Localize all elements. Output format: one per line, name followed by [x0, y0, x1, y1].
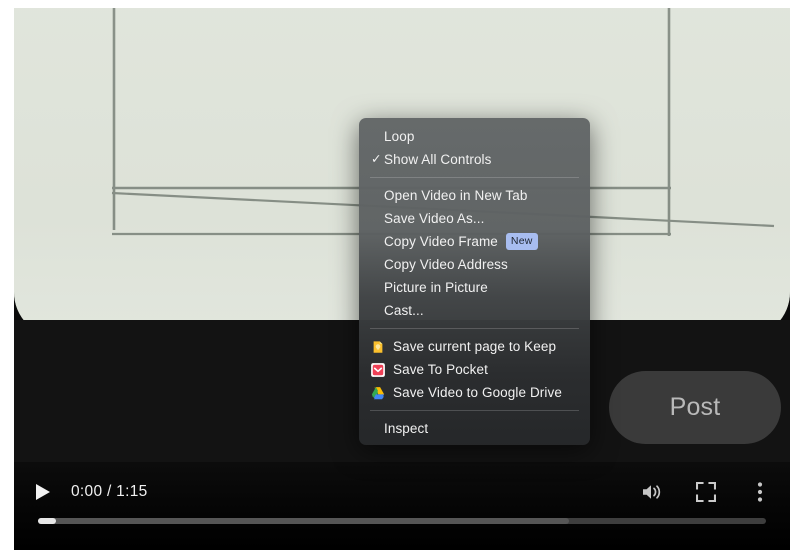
progress-played [38, 518, 57, 524]
player-controls-bar[interactable]: 0:00 / 1:15 [14, 462, 790, 550]
menu-item-save-current-page-to-keep[interactable]: Save current page to Keep [359, 335, 590, 358]
menu-item-save-to-pocket[interactable]: Save To Pocket [359, 358, 590, 381]
menu-item-label: Cast... [384, 302, 424, 318]
pocket-icon [371, 362, 385, 377]
menu-item-label: Save current page to Keep [393, 338, 557, 354]
video-context-menu[interactable]: Loop ✓ Show All Controls Open Video in N… [359, 118, 590, 445]
menu-item-label: Loop [384, 128, 415, 144]
menu-item-label: Open Video in New Tab [384, 187, 528, 203]
menu-item-picture-in-picture[interactable]: Picture in Picture [359, 276, 590, 299]
controls-row: 0:00 / 1:15 [32, 474, 772, 510]
fullscreen-glyph [696, 482, 716, 502]
volume-icon[interactable] [640, 480, 664, 504]
menu-item-label: Save Video As... [384, 210, 485, 226]
menu-item-open-video-in-new-tab[interactable]: Open Video in New Tab [359, 184, 590, 207]
time-display: 0:00 / 1:15 [71, 483, 148, 500]
menu-separator [370, 410, 579, 411]
play-triangle [36, 484, 50, 500]
menu-item-label: Inspect [384, 420, 429, 436]
menu-item-show-all-controls[interactable]: ✓ Show All Controls [359, 148, 590, 171]
google-keep-icon [373, 340, 383, 353]
menu-item-save-video-to-google-drive[interactable]: Save Video to Google Drive [359, 381, 590, 404]
new-badge: New [505, 233, 538, 250]
volume-glyph [643, 485, 661, 499]
menu-item-label: Save Video to Google Drive [393, 384, 562, 400]
screenshot-root: Post 0:00 / 1:15 Loop ✓ Show All Control… [0, 0, 800, 559]
google-drive-icon [371, 386, 385, 399]
menu-item-label: Copy Video Frame [384, 233, 498, 249]
menu-section-playback: Loop ✓ Show All Controls [359, 125, 590, 171]
menu-item-save-video-as[interactable]: Save Video As... [359, 207, 590, 230]
menu-section-extensions: Save current page to Keep Save To Pocket [359, 335, 590, 404]
menu-item-label: Show All Controls [384, 151, 492, 167]
menu-section-inspect: Inspect [359, 417, 590, 440]
post-button[interactable]: Post [609, 371, 781, 444]
post-button-label: Post [669, 393, 721, 421]
checkmark-icon: ✓ [371, 152, 382, 167]
video-player[interactable]: Post 0:00 / 1:15 Loop ✓ Show All Control… [14, 8, 790, 550]
more-options-icon[interactable] [748, 480, 772, 504]
progress-bar[interactable] [38, 518, 766, 524]
controls-right-group [640, 480, 772, 504]
progress-buffered [38, 518, 570, 524]
menu-item-label: Save To Pocket [393, 361, 488, 377]
menu-separator [370, 328, 579, 329]
menu-item-cast[interactable]: Cast... [359, 299, 590, 322]
menu-item-loop[interactable]: Loop [359, 125, 590, 148]
menu-item-copy-video-address[interactable]: Copy Video Address [359, 253, 590, 276]
fullscreen-icon[interactable] [694, 480, 718, 504]
menu-item-copy-video-frame[interactable]: Copy Video Frame New [359, 230, 590, 253]
kebab-glyph [757, 482, 763, 502]
menu-item-inspect[interactable]: Inspect [359, 417, 590, 440]
menu-separator [370, 177, 579, 178]
menu-section-video-actions: Open Video in New Tab Save Video As... C… [359, 184, 590, 322]
menu-item-label: Copy Video Address [384, 256, 508, 272]
play-icon[interactable] [32, 481, 54, 503]
menu-item-label: Picture in Picture [384, 279, 488, 295]
